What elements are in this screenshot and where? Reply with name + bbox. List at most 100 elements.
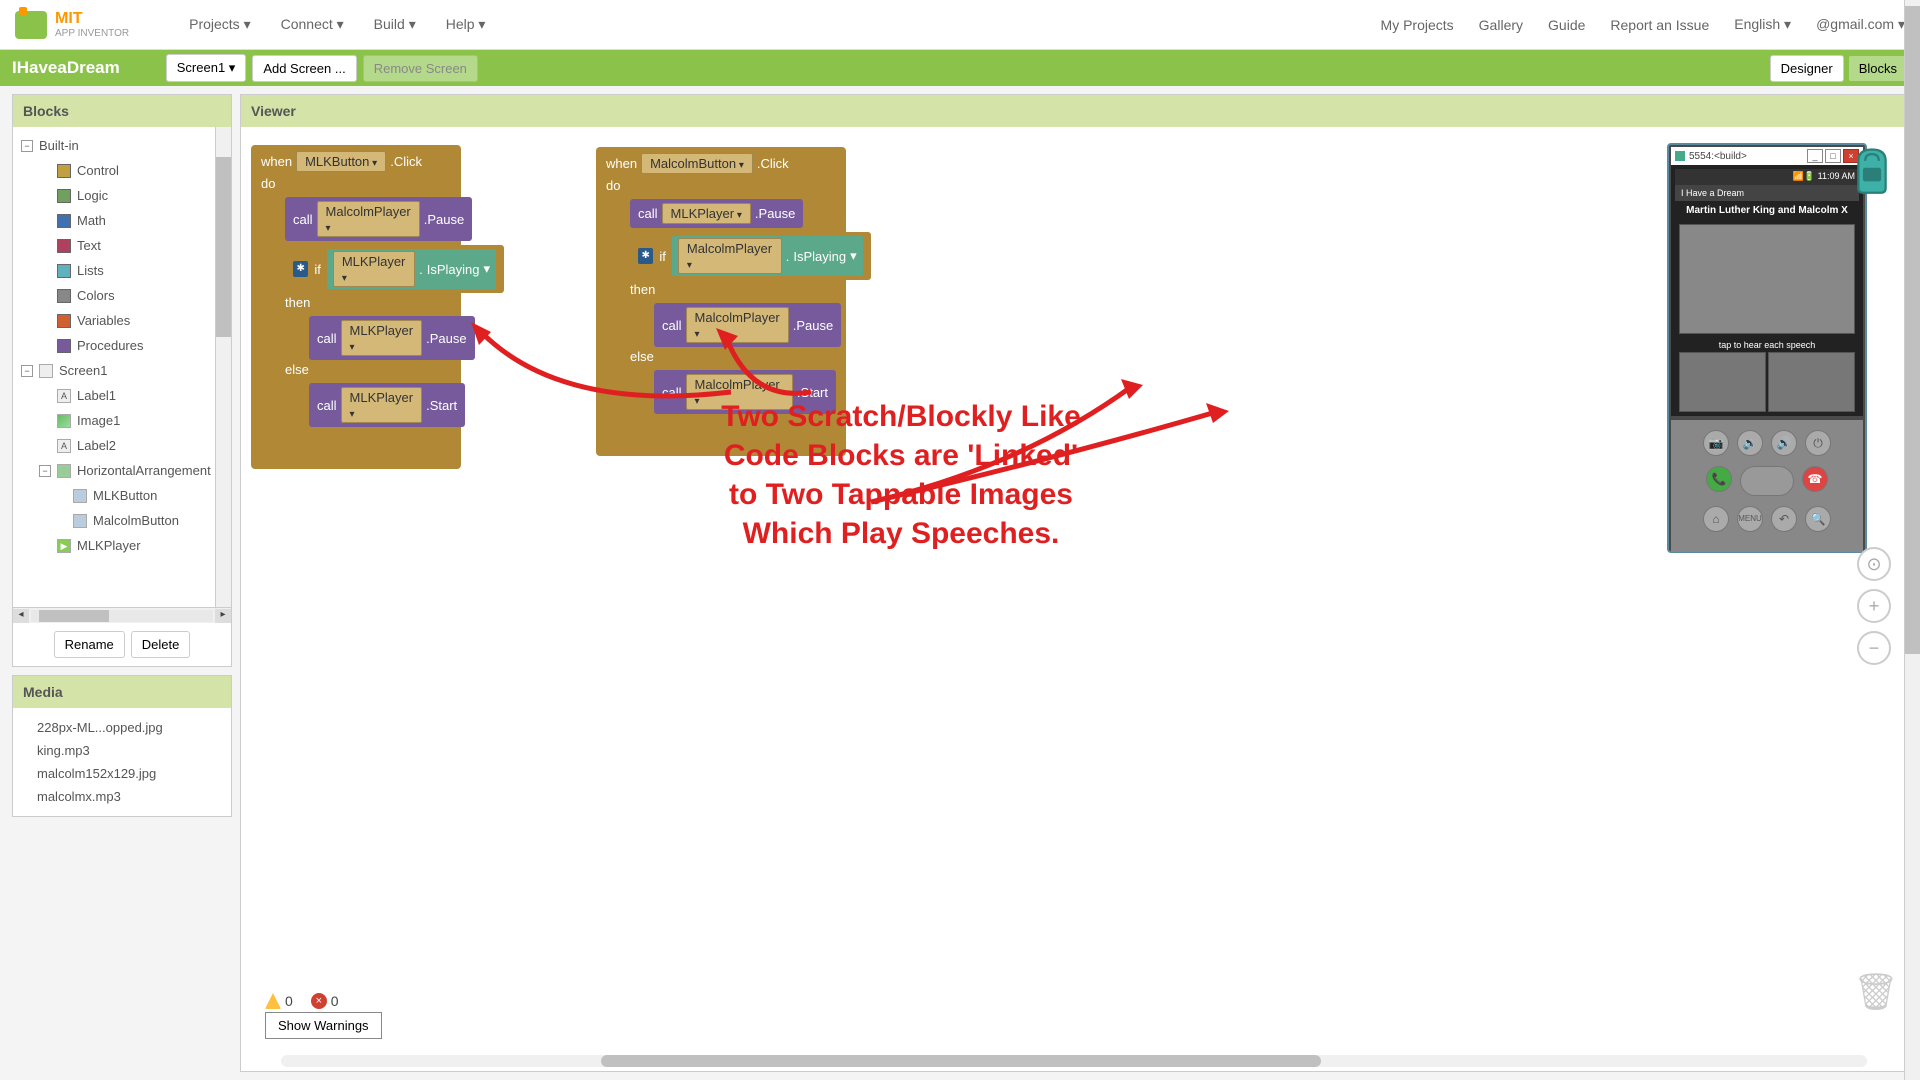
logo[interactable]: MIT APP INVENTOR	[15, 10, 129, 39]
zoom-in-icon[interactable]: +	[1857, 589, 1891, 623]
gear-icon[interactable]: ✱	[638, 248, 653, 264]
collapse-icon[interactable]: −	[21, 140, 33, 152]
blocks-tab[interactable]: Blocks	[1848, 55, 1908, 82]
center-icon[interactable]: ⊙	[1857, 547, 1891, 581]
when-block-mlk[interactable]: when MLKButton .Click do call MalcolmPla…	[251, 145, 461, 469]
if-block[interactable]: ✱if MalcolmPlayer. IsPlaying ▾	[630, 232, 871, 280]
component-dropdown[interactable]: MLKButton	[296, 151, 386, 172]
volume-down-icon[interactable]: 🔉	[1737, 430, 1763, 456]
media-file[interactable]: king.mp3	[21, 739, 223, 762]
comp-label2[interactable]: ALabel2	[13, 433, 231, 458]
media-file[interactable]: 228px-ML...opped.jpg	[21, 716, 223, 739]
menu-icon[interactable]: MENU	[1737, 506, 1763, 532]
emulator-malcolm-image[interactable]	[1768, 352, 1855, 412]
remove-screen-button[interactable]: Remove Screen	[363, 55, 478, 82]
menu-english[interactable]: English ▾	[1734, 16, 1791, 33]
search-icon[interactable]: 🔍	[1805, 506, 1831, 532]
home-icon[interactable]: ⌂	[1703, 506, 1729, 532]
cat-control[interactable]: Control	[13, 158, 231, 183]
menu-guide[interactable]: Guide	[1548, 17, 1585, 33]
scrollbar-thumb[interactable]	[39, 610, 109, 622]
menu-email[interactable]: @gmail.com ▾	[1816, 16, 1905, 33]
component-dropdown[interactable]: MalcolmButton	[641, 153, 753, 174]
component-dropdown[interactable]: MLKPlayer	[333, 251, 415, 287]
cat-math[interactable]: Math	[13, 208, 231, 233]
call-block[interactable]: call MLKPlayer .Pause	[630, 199, 803, 228]
maximize-icon[interactable]: □	[1825, 149, 1841, 163]
cat-procedures[interactable]: Procedures	[13, 333, 231, 358]
tree-vscrollbar[interactable]	[215, 127, 231, 607]
camera-icon[interactable]: 📷	[1703, 430, 1729, 456]
comp-mlkplayer[interactable]: ▶MLKPlayer	[13, 533, 231, 558]
cat-text[interactable]: Text	[13, 233, 231, 258]
button-icon	[73, 489, 87, 503]
dpad[interactable]	[1740, 466, 1794, 496]
cat-logic[interactable]: Logic	[13, 183, 231, 208]
rename-button[interactable]: Rename	[54, 631, 125, 658]
screen-selector[interactable]: Screen1 ▾	[166, 54, 247, 82]
emulator-titlebar[interactable]: 5554:<build> _ □ ×	[1671, 147, 1863, 165]
trash-icon[interactable]: 🗑	[1853, 971, 1889, 1015]
player-icon: ▶	[57, 539, 71, 553]
tree-builtin[interactable]: − Built-in	[13, 133, 231, 158]
menu-build[interactable]: Build ▾	[374, 16, 416, 33]
menu-connect[interactable]: Connect ▾	[281, 16, 344, 33]
if-block[interactable]: ✱if MLKPlayer. IsPlaying ▾	[285, 245, 504, 293]
media-file[interactable]: malcolm152x129.jpg	[21, 762, 223, 785]
add-screen-button[interactable]: Add Screen ...	[252, 55, 356, 82]
gear-icon[interactable]: ✱	[293, 261, 308, 277]
menu-projects[interactable]: Projects ▾	[189, 16, 251, 33]
designer-tab[interactable]: Designer	[1770, 55, 1844, 82]
scrollbar-thumb[interactable]	[1905, 6, 1920, 654]
tree-hscrollbar[interactable]: ◂ ▸	[13, 607, 231, 623]
blocks-canvas[interactable]: when MLKButton .Click do call MalcolmPla…	[241, 127, 1907, 1055]
menu-gallery[interactable]: Gallery	[1479, 17, 1523, 33]
condition-block[interactable]: MalcolmPlayer. IsPlaying ▾	[672, 236, 863, 276]
collapse-icon[interactable]: −	[21, 365, 33, 377]
scrollbar-thumb[interactable]	[216, 157, 231, 337]
menu-myprojects[interactable]: My Projects	[1381, 17, 1454, 33]
menu-help[interactable]: Help ▾	[446, 16, 486, 33]
scrollbar-thumb[interactable]	[601, 1055, 1321, 1067]
scroll-left-icon[interactable]: ◂	[13, 609, 29, 623]
zoom-out-icon[interactable]: −	[1857, 631, 1891, 665]
call-block[interactable]: call MalcolmPlayer .Pause	[285, 197, 472, 241]
comp-malcolmbutton[interactable]: MalcolmButton	[13, 508, 231, 533]
cat-variables[interactable]: Variables	[13, 308, 231, 333]
comp-image1[interactable]: Image1	[13, 408, 231, 433]
comp-label1[interactable]: ALabel1	[13, 383, 231, 408]
tree-screen1[interactable]: − Screen1	[13, 358, 231, 383]
media-panel: Media 228px-ML...opped.jpg king.mp3 malc…	[12, 675, 232, 817]
menu-report[interactable]: Report an Issue	[1610, 17, 1709, 33]
media-file[interactable]: malcolmx.mp3	[21, 785, 223, 808]
canvas-hscrollbar[interactable]	[281, 1055, 1867, 1067]
blocks-tree[interactable]: − Built-in Control Logic Math Text Lists…	[13, 127, 231, 607]
comp-mlkbutton[interactable]: MLKButton	[13, 483, 231, 508]
scroll-right-icon[interactable]: ▸	[215, 609, 231, 623]
emulator-window[interactable]: 5554:<build> _ □ × 📶🔋 11:09 AM I Have a …	[1667, 143, 1867, 553]
component-dropdown[interactable]: MLKPlayer	[662, 203, 751, 224]
category-color-icon	[57, 289, 71, 303]
collapse-icon[interactable]: −	[39, 465, 51, 477]
delete-button[interactable]: Delete	[131, 631, 191, 658]
power-icon[interactable]: ⏻	[1805, 430, 1831, 456]
show-warnings-button[interactable]: Show Warnings	[265, 1012, 382, 1039]
component-dropdown[interactable]: MalcolmPlayer	[317, 201, 420, 237]
call-icon[interactable]: 📞	[1706, 466, 1732, 492]
component-dropdown[interactable]: MalcolmPlayer	[678, 238, 782, 274]
component-dropdown[interactable]: MLKPlayer	[341, 387, 423, 423]
condition-block[interactable]: MLKPlayer. IsPlaying ▾	[327, 249, 496, 289]
cat-colors[interactable]: Colors	[13, 283, 231, 308]
emulator-title: 5554:<build>	[1689, 151, 1747, 162]
minimize-icon[interactable]: _	[1807, 149, 1823, 163]
hangup-icon[interactable]: ☎	[1802, 466, 1828, 492]
volume-up-icon[interactable]: 🔊	[1771, 430, 1797, 456]
component-dropdown[interactable]: MLKPlayer	[341, 320, 423, 356]
cat-lists[interactable]: Lists	[13, 258, 231, 283]
emulator-main-image[interactable]	[1679, 224, 1855, 334]
back-icon[interactable]: ↶	[1771, 506, 1797, 532]
comp-harrangement[interactable]: −HorizontalArrangement	[13, 458, 231, 483]
window-vscrollbar[interactable]	[1904, 0, 1920, 1080]
backpack-icon[interactable]	[1849, 145, 1895, 195]
emulator-mlk-image[interactable]	[1679, 352, 1766, 412]
